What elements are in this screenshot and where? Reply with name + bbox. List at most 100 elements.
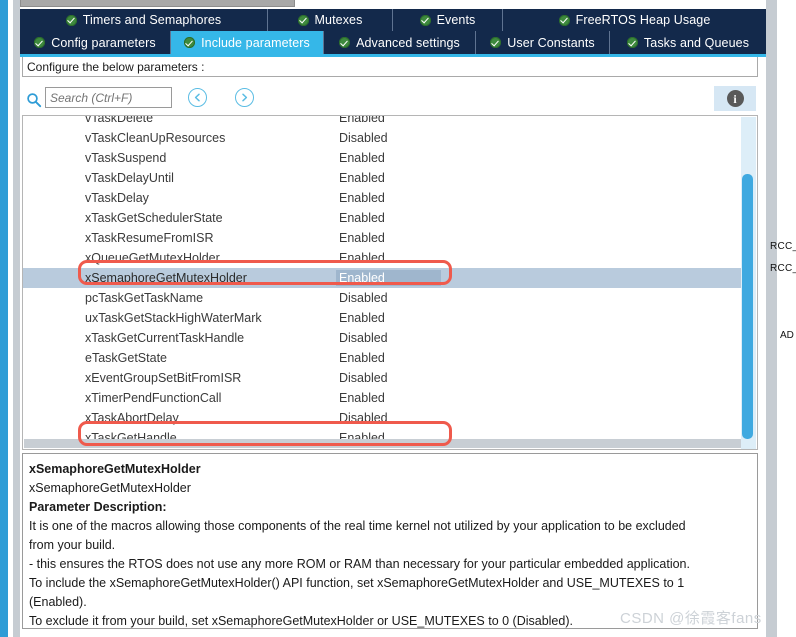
parameter-row[interactable]: eTaskGetState Enabled bbox=[23, 348, 741, 368]
parameter-value[interactable]: Disabled bbox=[336, 291, 388, 305]
parameter-row[interactable]: xTaskResumeFromISR Enabled bbox=[23, 228, 741, 248]
parameter-name: vTaskDelayUntil bbox=[85, 171, 174, 185]
chevron-left-circle-icon[interactable] bbox=[188, 88, 207, 107]
tab-tasks-and-queues[interactable]: Tasks and Queues bbox=[610, 31, 766, 54]
parameter-row[interactable]: uxTaskGetStackHighWaterMark Enabled bbox=[23, 308, 741, 328]
description-title: xSemaphoreGetMutexHolder bbox=[29, 462, 201, 476]
parameter-row[interactable]: xEventGroupSetBitFromISR Disabled bbox=[23, 368, 741, 388]
parameter-name: xTaskGetSchedulerState bbox=[85, 211, 223, 225]
parameter-row[interactable]: vTaskCleanUpResources Disabled bbox=[23, 128, 741, 148]
parameter-name: xTimerPendFunctionCall bbox=[85, 391, 222, 405]
check-circle-icon bbox=[339, 37, 351, 48]
window-right-border bbox=[766, 0, 777, 637]
check-circle-icon bbox=[297, 14, 309, 26]
parameter-row[interactable]: xSemaphoreGetMutexHolder Enabled bbox=[23, 268, 741, 288]
parameter-value[interactable]: Enabled bbox=[336, 116, 385, 125]
check-circle-icon bbox=[490, 37, 502, 48]
tab-label: Timers and Semaphores bbox=[82, 13, 222, 27]
search-icon bbox=[26, 92, 42, 108]
parameter-value[interactable]: Disabled bbox=[336, 331, 388, 345]
tab-mutexes[interactable]: Mutexes bbox=[268, 9, 393, 31]
tab-config-parameters[interactable]: Config parameters bbox=[20, 31, 171, 54]
tab-bar-top: Timers and Semaphores Mutexes Events FreeRT… bbox=[20, 9, 766, 31]
parameter-row[interactable]: xTaskAbortDelay Disabled bbox=[23, 408, 741, 428]
parameter-row[interactable]: xTaskGetSchedulerState Enabled bbox=[23, 208, 741, 228]
parameter-value[interactable]: Enabled bbox=[336, 351, 385, 365]
tab-label: Advanced settings bbox=[356, 35, 460, 50]
parameter-value[interactable]: Disabled bbox=[336, 411, 388, 425]
tab-label: Events bbox=[436, 13, 476, 27]
parameter-row[interactable]: vTaskDelay Enabled bbox=[23, 188, 741, 208]
list-scrollbar-track[interactable] bbox=[741, 117, 756, 449]
parameter-value[interactable]: Enabled bbox=[336, 211, 385, 225]
tab-freertos-heap-usage[interactable]: FreeRTOS Heap Usage bbox=[503, 9, 766, 31]
parameter-name: xTaskResumeFromISR bbox=[85, 231, 214, 245]
parameter-value[interactable]: Enabled bbox=[336, 151, 385, 165]
parameter-value[interactable]: Disabled bbox=[336, 131, 388, 145]
tab-advanced-settings[interactable]: Advanced settings bbox=[324, 31, 476, 54]
tab-label: User Constants bbox=[507, 35, 595, 50]
check-circle-icon bbox=[626, 37, 638, 48]
tab-label: Mutexes bbox=[314, 13, 363, 27]
parameter-row[interactable]: xTaskGetCurrentTaskHandle Disabled bbox=[23, 328, 741, 348]
tab-timers-and-semaphores[interactable]: Timers and Semaphores bbox=[20, 9, 268, 31]
description-line: It is one of the macros allowing those c… bbox=[29, 519, 686, 533]
parameters-list: vTaskDelete Enabled vTaskCleanUpResources D… bbox=[23, 115, 741, 448]
parameter-value[interactable]: Enabled bbox=[336, 231, 385, 245]
tab-user-constants[interactable]: User Constants bbox=[476, 31, 610, 54]
check-circle-icon bbox=[65, 14, 77, 26]
chevron-right-circle-icon[interactable] bbox=[235, 88, 254, 107]
parameter-value[interactable]: Disabled bbox=[336, 371, 388, 385]
parameter-name: xEventGroupSetBitFromISR bbox=[85, 371, 242, 385]
parameter-description-panel: xSemaphoreGetMutexHolder xSemaphoreGetMu… bbox=[22, 453, 758, 629]
configure-label: Configure the below parameters : bbox=[27, 59, 205, 74]
parameter-row-clipped[interactable]: vTaskDelete Enabled bbox=[23, 115, 741, 128]
parameter-row[interactable]: xTimerPendFunctionCall Enabled bbox=[23, 388, 741, 408]
search-input[interactable] bbox=[45, 87, 172, 108]
parameter-name: xTaskGetCurrentTaskHandle bbox=[85, 331, 245, 345]
parameter-name: eTaskGetState bbox=[85, 351, 167, 365]
parameter-name: pcTaskGetTaskName bbox=[85, 291, 204, 305]
check-circle-icon bbox=[558, 14, 570, 26]
configure-bar: Configure the below parameters : bbox=[22, 57, 758, 77]
window-toolbar-fragment bbox=[20, 0, 295, 7]
tab-bar-bottom: Config parameters Include parameters Advan… bbox=[20, 31, 766, 54]
parameter-value[interactable]: Enabled bbox=[336, 251, 385, 265]
parameter-row[interactable]: xQueueGetMutexHolder Enabled bbox=[23, 248, 741, 268]
parameter-value[interactable]: Enabled bbox=[336, 270, 441, 286]
tab-include-parameters[interactable]: Include parameters bbox=[171, 31, 324, 54]
description-line: - this ensures the RTOS does not use any… bbox=[29, 557, 690, 571]
description-line: To include the xSemaphoreGetMutexHolder(… bbox=[29, 576, 685, 590]
parameter-row[interactable]: pcTaskGetTaskName Disabled bbox=[23, 288, 741, 308]
check-circle-icon bbox=[419, 14, 431, 26]
description-subtitle: xSemaphoreGetMutexHolder bbox=[29, 481, 191, 495]
parameters-list-panel: vTaskDelete Enabled vTaskCleanUpResources D… bbox=[22, 115, 758, 450]
check-circle-icon bbox=[184, 37, 196, 48]
parameter-row[interactable]: vTaskSuspend Enabled bbox=[23, 148, 741, 168]
parameter-name: uxTaskGetStackHighWaterMark bbox=[85, 311, 262, 325]
parameter-value[interactable]: Enabled bbox=[336, 391, 385, 405]
info-button[interactable]: i bbox=[714, 86, 756, 111]
window-left-border bbox=[13, 0, 20, 637]
list-horizontal-scrollbar[interactable] bbox=[24, 439, 741, 448]
parameter-value[interactable]: Enabled bbox=[336, 311, 385, 325]
parameter-row[interactable]: vTaskDelayUntil Enabled bbox=[23, 168, 741, 188]
info-icon: i bbox=[726, 90, 744, 107]
window-right-gap bbox=[777, 0, 796, 637]
parameter-name: xTaskAbortDelay bbox=[85, 411, 179, 425]
parameter-value[interactable]: Enabled bbox=[336, 191, 385, 205]
window-left-accent-stripe bbox=[0, 0, 8, 637]
parameter-name: vTaskSuspend bbox=[85, 151, 167, 165]
parameter-name: xSemaphoreGetMutexHolder bbox=[85, 271, 247, 285]
clipped-side-panel-text: RCC_ RCC_O bbox=[770, 236, 796, 280]
csdn-watermark: CSDN @徐霞客fans bbox=[620, 610, 762, 627]
list-scrollbar-thumb[interactable] bbox=[742, 174, 753, 439]
parameter-name: vTaskCleanUpResources bbox=[85, 131, 226, 145]
tab-events[interactable]: Events bbox=[393, 9, 503, 31]
parameter-name: vTaskDelete bbox=[85, 115, 154, 125]
description-line: from your build. bbox=[29, 538, 116, 552]
clipped-label-rcc-1: RCC_ bbox=[770, 241, 796, 252]
parameter-value[interactable]: Enabled bbox=[336, 171, 385, 185]
tab-label: FreeRTOS Heap Usage bbox=[575, 13, 711, 27]
check-circle-icon bbox=[34, 37, 46, 48]
